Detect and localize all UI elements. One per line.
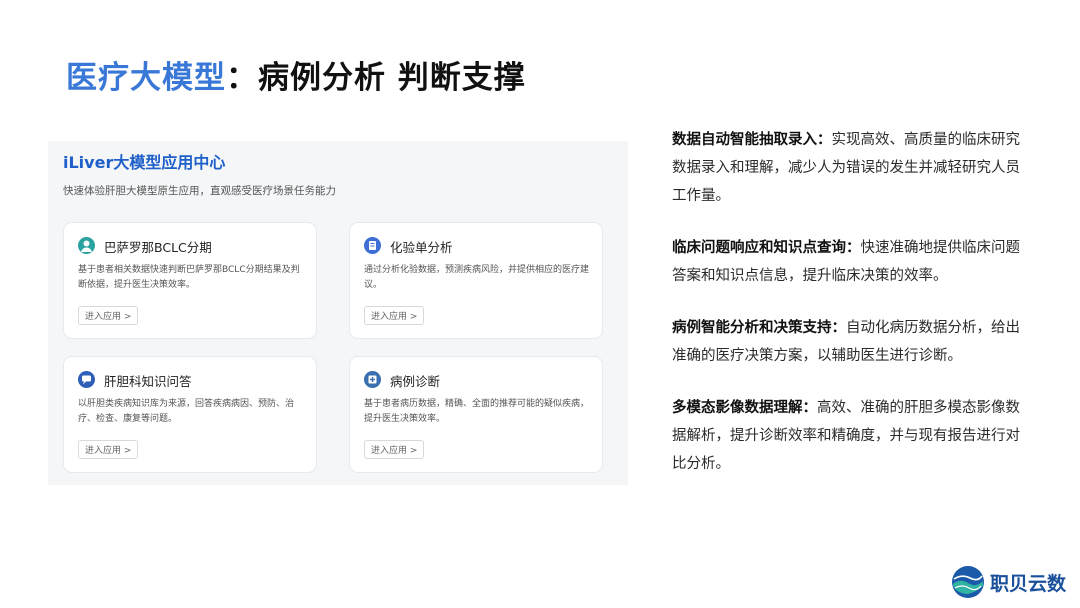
app-card-lab-report[interactable]: 化验单分析 通过分析化验数据，预测疾病风险，并提供相应的医疗建议。 进入应用 > <box>349 222 603 339</box>
app-card-desc: 基于患者相关数据快速判断巴萨罗那BCLC分期结果及判断依据，提升医生决策效率。 <box>78 265 300 290</box>
enter-app-button[interactable]: 进入应用 > <box>364 306 425 325</box>
app-card-desc: 以肝胆类疾病知识库为来源，回答疾病病因、预防、治疗、检查、康复等问题。 <box>78 399 295 424</box>
globe-logo-icon <box>952 566 984 598</box>
app-card-name: 肝胆科知识问答 <box>104 374 192 389</box>
app-center-subtitle: 快速体验肝胆大模型原生应用，直观感受医疗场景任务能力 <box>63 185 336 197</box>
app-card-bclc[interactable]: 巴萨罗那BCLC分期 基于患者相关数据快速判断巴萨罗那BCLC分期结果及判断依据… <box>63 222 317 339</box>
report-icon <box>364 237 381 254</box>
app-card-desc: 基于患者病历数据，精确、全面的推荐可能的疑似疾病，提升医生决策效率。 <box>364 399 590 424</box>
diagnosis-icon <box>364 371 381 388</box>
chat-icon <box>78 371 95 388</box>
avatar-icon <box>78 237 95 254</box>
feature-label: 临床问题响应和知识点查询： <box>672 240 861 256</box>
app-card-name: 化验单分析 <box>390 240 453 255</box>
feature-label: 病例智能分析和决策支持： <box>672 320 846 336</box>
enter-app-button[interactable]: 进入应用 > <box>78 306 139 325</box>
slide-title-separator: ： <box>226 60 258 96</box>
feature-label: 数据自动智能抽取录入： <box>672 132 832 148</box>
company-logo: 职贝云数 <box>950 564 1066 600</box>
feature-item: 病例智能分析和决策支持：自动化病历数据分析，给出准确的医疗决策方案，以辅助医生进… <box>672 314 1022 370</box>
app-card-knowledge-qa[interactable]: 肝胆科知识问答 以肝胆类疾病知识库为来源，回答疾病病因、预防、治疗、检查、康复等… <box>63 356 317 473</box>
app-card-name: 病例诊断 <box>390 374 441 389</box>
app-card-name: 巴萨罗那BCLC分期 <box>104 240 212 255</box>
enter-app-button[interactable]: 进入应用 > <box>364 440 425 459</box>
app-card-desc: 通过分析化验数据，预测疾病风险，并提供相应的医疗建议。 <box>364 265 590 290</box>
app-center-screenshot: iLiver大模型应用中心 快速体验肝胆大模型原生应用，直观感受医疗场景任务能力… <box>48 141 628 485</box>
logo-text: 职贝云数 <box>990 572 1067 595</box>
slide-title-main: 病例分析 判断支撑 <box>258 60 526 96</box>
app-center-header: iLiver大模型应用中心 <box>63 153 226 172</box>
app-card-diagnosis[interactable]: 病例诊断 基于患者病历数据，精确、全面的推荐可能的疑似疾病，提升医生决策效率。 … <box>349 356 603 473</box>
slide-title: 医疗大模型：病例分析 判断支撑 <box>66 52 526 97</box>
feature-item: 临床问题响应和知识点查询：快速准确地提供临床问题答案和知识点信息，提升临床决策的… <box>672 234 1022 290</box>
slide-title-highlight: 医疗大模型 <box>66 60 226 96</box>
enter-app-button[interactable]: 进入应用 > <box>78 440 139 459</box>
feature-item: 多模态影像数据理解：高效、准确的肝胆多模态影像数据解析，提升诊断效率和精确度，并… <box>672 394 1022 478</box>
feature-list: 数据自动智能抽取录入：实现高效、高质量的临床研究数据录入和理解，减少人为错误的发… <box>672 126 1022 502</box>
feature-item: 数据自动智能抽取录入：实现高效、高质量的临床研究数据录入和理解，减少人为错误的发… <box>672 126 1022 210</box>
feature-label: 多模态影像数据理解： <box>672 400 817 416</box>
